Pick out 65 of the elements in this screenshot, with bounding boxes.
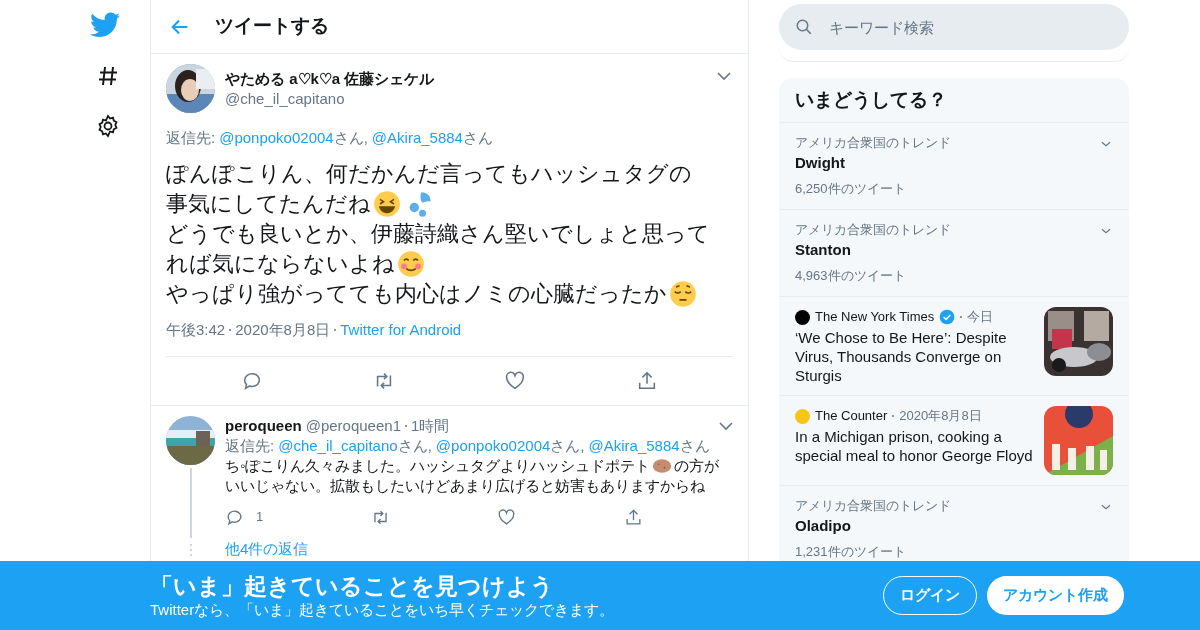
mention-link[interactable]: @che_il_capitano — [278, 436, 398, 456]
mention-link[interactable]: @ponpoko02004 — [435, 436, 551, 456]
author-name[interactable]: peroqueen — [225, 416, 302, 436]
tweet-text: どうでも良いとか、伊藤詩織さん堅いでしょと思って — [166, 219, 710, 248]
news-item[interactable]: The New York Times 今日 ‘We Chose to Be Here’: Despite Virus, Thousands Converge on Sturgis — [779, 297, 1129, 396]
trend-topic: Oladipo — [795, 516, 852, 536]
settings-icon[interactable] — [96, 114, 120, 138]
banner-title: 「いま」起きていることを見つけよう — [150, 571, 555, 600]
trend-context: アメリカ合衆国のトレンド — [795, 497, 952, 515]
tweet-text: れば気にならないよね — [166, 249, 395, 278]
tweet-text: 事気にしてたんだね — [166, 189, 371, 218]
mention-link[interactable]: @Akira_5884 — [371, 127, 463, 150]
mention-link[interactable]: @Akira_5884 — [588, 436, 680, 456]
mention-suffix: さん — [462, 128, 493, 148]
news-source: The New York Times — [815, 308, 935, 326]
news-time: 2020年8月8日 — [899, 407, 982, 425]
tweet-text: やっぱり強がってても内心はノミの心臓だったか — [166, 279, 667, 308]
page-title: ツイートする — [215, 14, 329, 39]
trend-context: アメリカ合衆国のトレンド — [795, 221, 952, 239]
chevron-icon[interactable] — [719, 421, 733, 431]
timestamp[interactable]: 1時間 — [411, 416, 450, 436]
search-icon — [795, 18, 813, 36]
tweet-count: 1,231件のツイート — [795, 543, 907, 561]
search-field[interactable]: キーワード検索 — [779, 4, 1129, 50]
reply-count: 1 — [256, 508, 264, 527]
panel-title: いまどうしてる？ — [779, 78, 1129, 123]
bird-logo-icon[interactable] — [90, 12, 120, 38]
source-link[interactable]: Twitter for Android — [340, 318, 462, 341]
tweet-time: 午後3:42 — [166, 319, 226, 340]
author-handle[interactable]: @peroqueen1 — [305, 416, 401, 436]
reply-icon[interactable] — [225, 507, 244, 527]
news-headline: In a Michigan prison, cooking a special meal to honor George Floyd — [795, 427, 1034, 465]
news-headline: ‘We Chose to Be Here’: Despite Virus, Thousands Converge on Sturgis — [795, 328, 1008, 385]
heart-icon[interactable] — [497, 507, 517, 527]
signup-button[interactable]: アカウント作成 — [987, 576, 1124, 615]
trend-item[interactable]: アメリカ合衆国のトレンド Stanton 4,963件のツイート — [779, 210, 1129, 297]
trend-item[interactable]: アメリカ合衆国のトレンド Dwight 6,250件のツイート — [779, 123, 1129, 210]
news-item[interactable]: The Counter 2020年8月8日 In a Michigan prison, cooking a special meal to honor George Floyd — [779, 396, 1129, 486]
more-replies-link[interactable]: 他4件の返信 — [225, 538, 733, 561]
tweet-text: いいじゃない。拡散もしたいけどあまり広げると妨害もありますからね — [225, 476, 705, 496]
mention-suffix: さん — [679, 436, 710, 456]
tweet-count: 4,963件のツイート — [795, 267, 907, 285]
chevron-icon[interactable] — [717, 72, 731, 81]
tweet-text: の方が — [674, 456, 720, 476]
mention-link[interactable]: @ponpoko02004 — [219, 127, 334, 150]
news-source: The Counter — [815, 407, 888, 425]
reply-label: 返信先: — [225, 436, 275, 456]
heart-icon[interactable] — [504, 370, 527, 392]
trend-context: アメリカ合衆国のトレンド — [795, 134, 952, 152]
mention-suffix: さん, — [333, 128, 368, 148]
trend-topic: Stanton — [795, 240, 852, 260]
author-name[interactable]: やためる a♡k♡a 佐藤シェケル — [225, 69, 707, 89]
tweet-date: 2020年8月8日 — [235, 319, 331, 340]
news-time: 今日 — [967, 308, 994, 326]
tweet-text: ち◦ぽこりん久々みました。ハッシュタグよりハッシュドポテト — [225, 456, 651, 476]
mention-suffix: さん, — [397, 436, 432, 456]
tweet-count: 6,250件のツイート — [795, 180, 907, 198]
tweet-text: ぽんぽこりん、何だかんだ言ってもハッシュタグの — [166, 159, 692, 188]
share-icon[interactable] — [623, 507, 643, 527]
hashtag-icon[interactable] — [96, 64, 120, 88]
trend-topic: Dwight — [795, 153, 846, 173]
mention-suffix: さん, — [550, 436, 585, 456]
banner-subtitle: Twitterなら、「いま」起きていることをいち早くチェックできます。 — [150, 599, 616, 620]
author-handle[interactable]: @che_il_capitano — [225, 89, 707, 109]
reply-label: 返信先: — [166, 128, 216, 148]
